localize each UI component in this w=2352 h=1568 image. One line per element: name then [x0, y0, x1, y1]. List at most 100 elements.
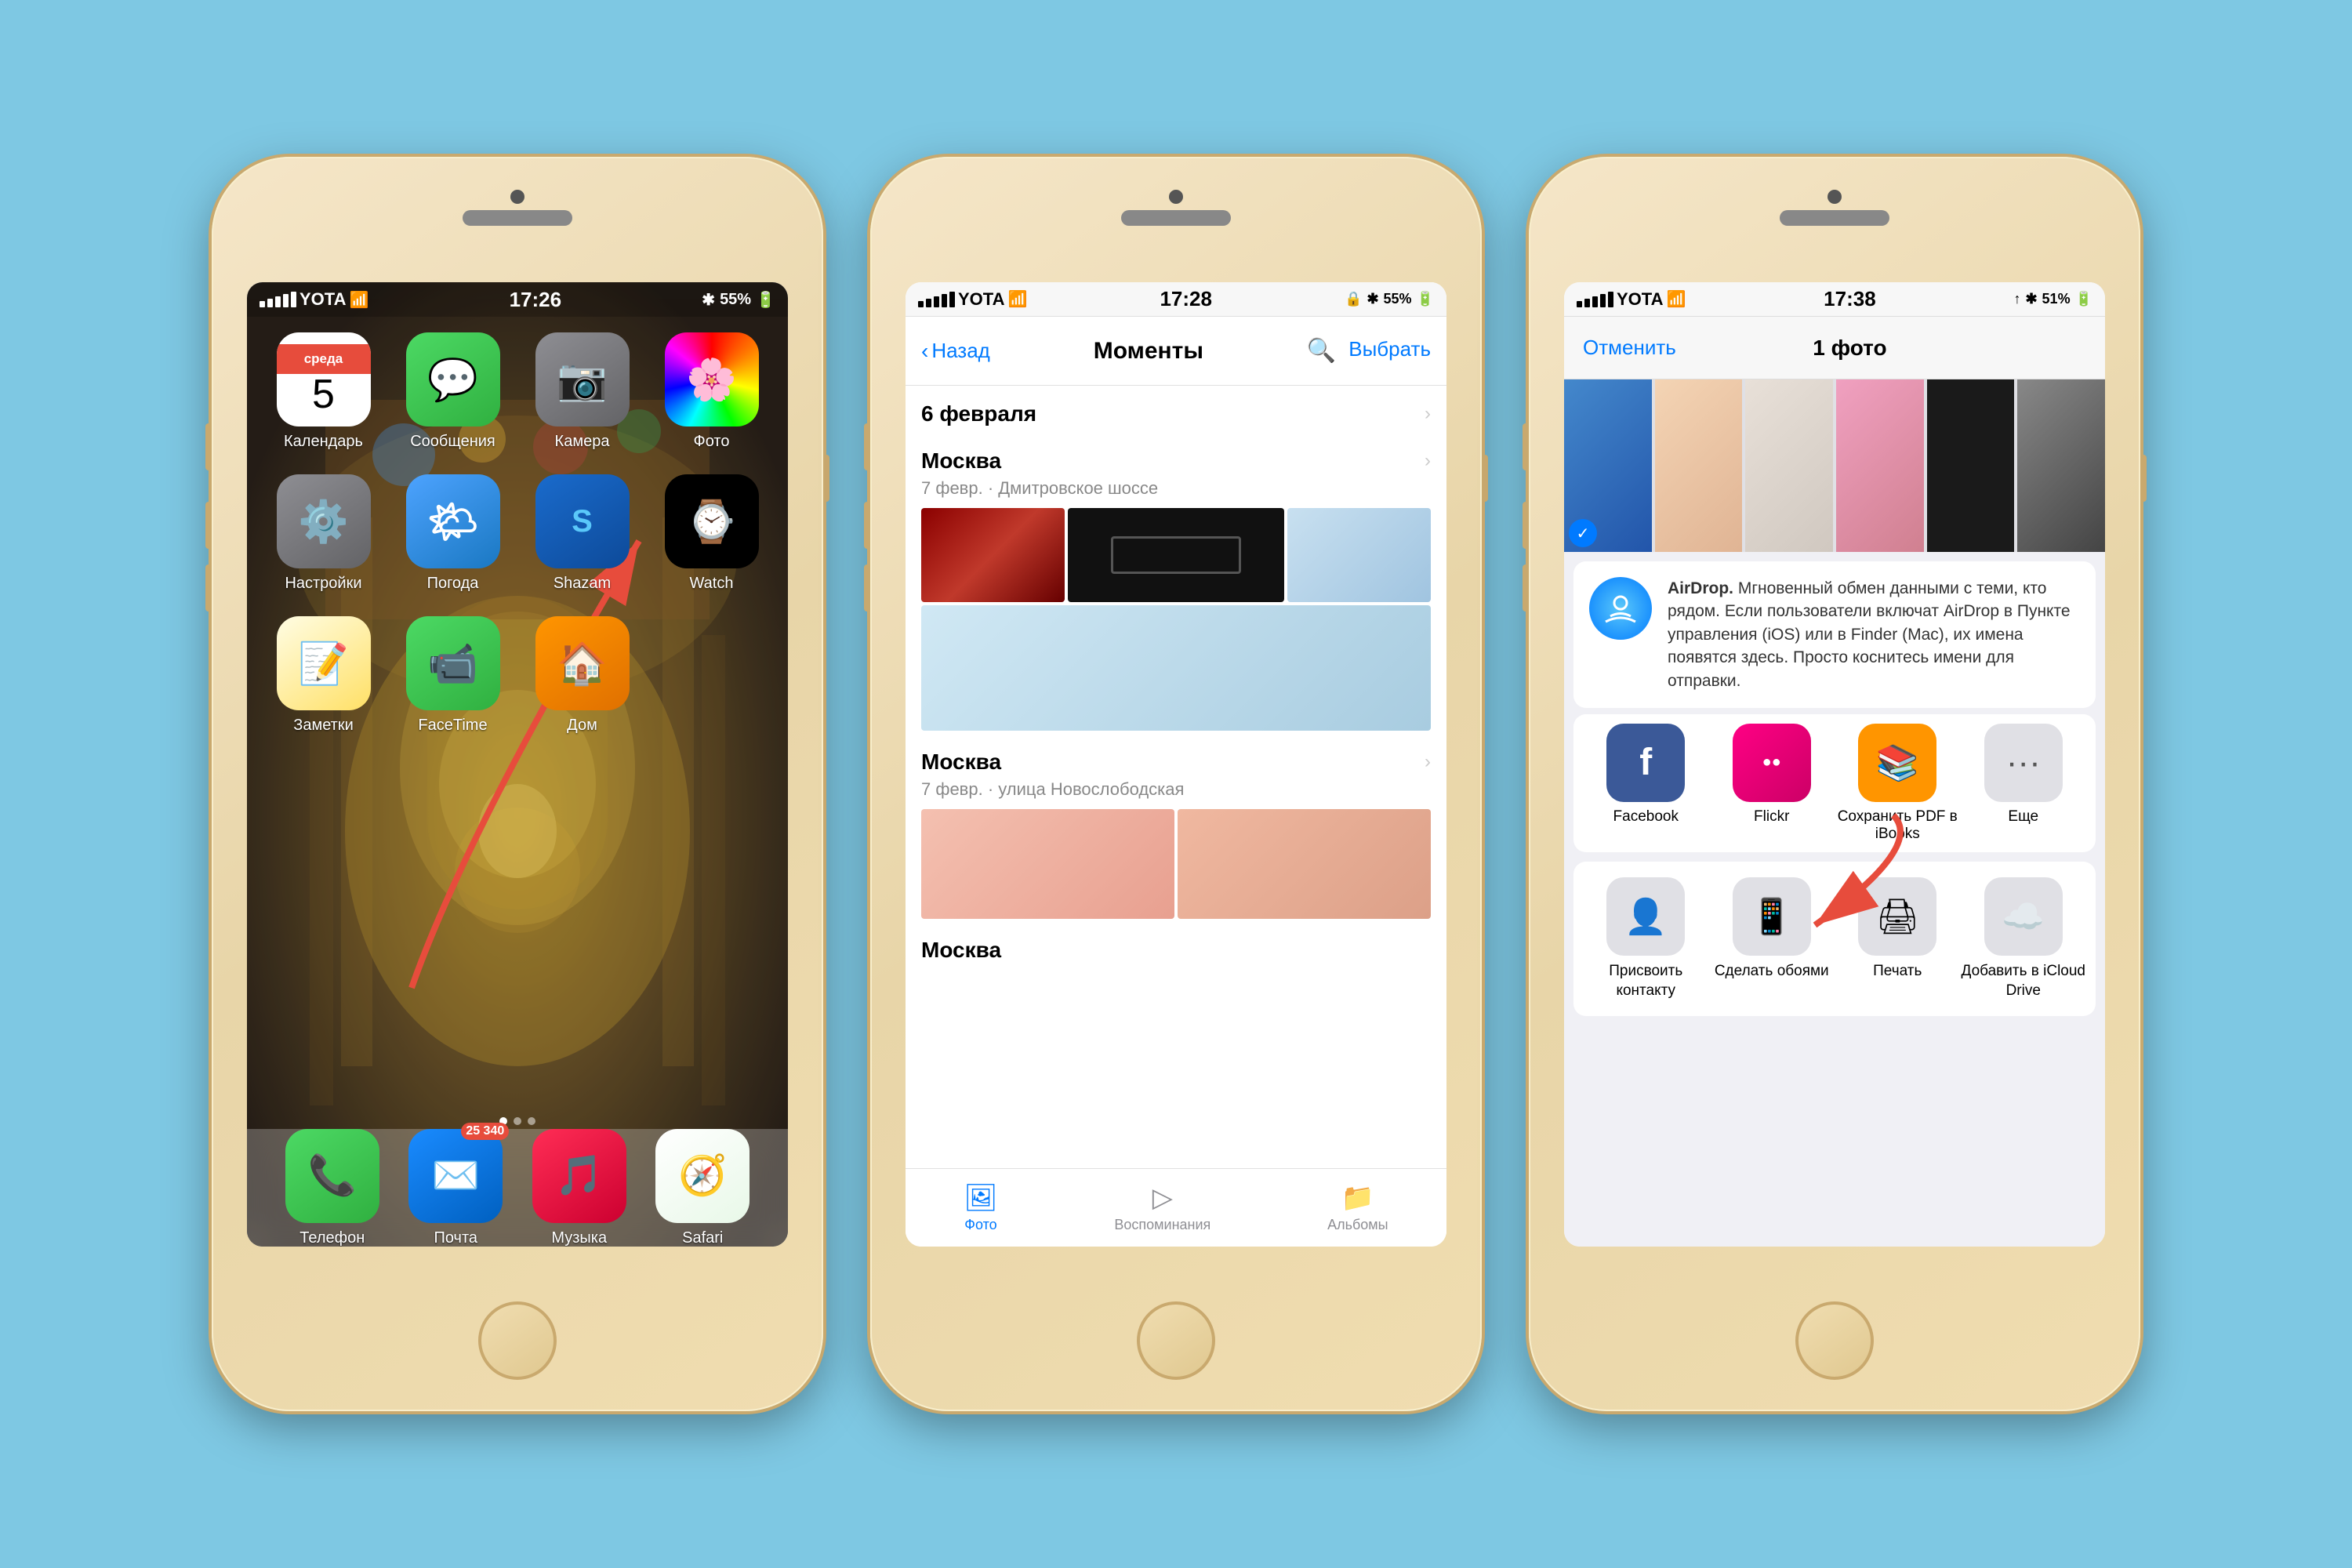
photo-thumb-1[interactable] — [921, 508, 1065, 602]
facetime-icon[interactable]: 📹 — [406, 616, 500, 710]
power-button-2[interactable] — [1482, 455, 1488, 502]
app-grid-1: среда 5 Календарь 💬 Сообщения 📷 Камера 🌸… — [247, 317, 788, 750]
app-camera[interactable]: 📷 Камера — [529, 332, 635, 451]
volume-up-2[interactable] — [864, 502, 870, 549]
status-left-1: YOTA 📶 — [260, 289, 368, 310]
photos-icon[interactable]: 🌸 — [665, 332, 759, 426]
cancel-button-3[interactable]: Отменить — [1583, 336, 1676, 360]
bluetooth-icon-1: ✱ — [702, 290, 715, 310]
location-sub-2: 7 февр. · улица Новослободская — [906, 776, 1446, 809]
power-button-3[interactable] — [2140, 455, 2147, 502]
app-photos[interactable]: 🌸 Фото — [659, 332, 764, 451]
airdrop-title: AirDrop. — [1668, 579, 1733, 597]
messages-icon[interactable]: 💬 — [406, 332, 500, 426]
strip-photo-3[interactable] — [1745, 379, 1833, 552]
action-contact[interactable]: 👤 Присвоить контакту — [1583, 877, 1709, 1000]
photo-thumb-2[interactable] — [1068, 508, 1283, 602]
flickr-icon[interactable]: ●● — [1733, 724, 1811, 802]
mute-button-1[interactable] — [205, 423, 212, 470]
location-info-3: Москва — [921, 938, 1001, 963]
location-info-1: Москва — [921, 448, 1001, 474]
safari-icon[interactable]: 🧭 — [655, 1129, 750, 1223]
share-books[interactable]: 📚 Сохранить PDF в iBooks — [1835, 724, 1961, 843]
dock-safari[interactable]: 🧭 Safari — [655, 1129, 750, 1247]
share-facebook[interactable]: f Facebook — [1583, 724, 1709, 843]
loc-arrow-1: › — [1425, 450, 1431, 472]
strip-photo-5[interactable] — [1927, 379, 2015, 552]
tab-albums[interactable]: 📁 Альбомы — [1327, 1182, 1388, 1233]
weather-icon[interactable]: 🌤 — [406, 474, 500, 568]
carrier-1: YOTA — [299, 289, 346, 310]
mute-button-2[interactable] — [864, 423, 870, 470]
books-icon[interactable]: 📚 — [1858, 724, 1936, 802]
photo-thumb-6[interactable] — [1178, 809, 1431, 919]
settings-icon[interactable]: ⚙️ — [277, 474, 371, 568]
action-wallpaper[interactable]: 📱 Сделать обоями — [1709, 877, 1835, 1000]
share-flickr[interactable]: ●● Flickr — [1709, 724, 1835, 843]
mute-button-3[interactable] — [1523, 423, 1529, 470]
dock-phone[interactable]: 📞 Телефон — [285, 1129, 379, 1247]
app-notes[interactable]: 📝 Заметки — [270, 616, 376, 735]
strip-photo-6[interactable] — [2017, 379, 2105, 552]
music-icon[interactable]: 🎵 — [532, 1129, 626, 1223]
signal-indicator-1 — [260, 292, 296, 307]
camera-icon[interactable]: 📷 — [535, 332, 630, 426]
safari-label: Safari — [682, 1229, 723, 1247]
volume-up-1[interactable] — [205, 502, 212, 549]
app-messages[interactable]: 💬 Сообщения — [400, 332, 506, 451]
mail-icon[interactable]: ✉️ 25 340 — [408, 1129, 503, 1223]
calendar-label: Календарь — [284, 433, 363, 451]
status-left-2: YOTA 📶 — [918, 289, 1027, 310]
search-button-2[interactable]: 🔍 — [1307, 337, 1336, 365]
action-icloud[interactable]: ☁️ Добавить в iCloud Drive — [1961, 877, 2087, 1000]
select-button-2[interactable]: Выбрать — [1348, 337, 1431, 365]
wallpaper-label: Сделать обоями — [1715, 962, 1829, 982]
photo-thumb-3[interactable] — [1287, 508, 1431, 602]
shazam-icon[interactable]: S — [535, 474, 630, 568]
wallpaper-icon[interactable]: 📱 — [1733, 877, 1811, 956]
app-calendar[interactable]: среда 5 Календарь — [270, 332, 376, 451]
phone-icon[interactable]: 📞 — [285, 1129, 379, 1223]
more-icon[interactable]: ··· — [1984, 724, 2063, 802]
app-home[interactable]: 🏠 Дом — [529, 616, 635, 735]
app-shazam[interactable]: S Shazam — [529, 474, 635, 593]
speaker-1 — [463, 210, 572, 226]
home-button-1[interactable] — [478, 1301, 557, 1380]
volume-down-3[interactable] — [1523, 564, 1529, 612]
strip-photo-1[interactable]: ✓ — [1564, 379, 1652, 552]
bt-3: ✱ — [2025, 291, 2037, 307]
share-more[interactable]: ··· Еще — [1961, 724, 2087, 843]
dock-mail[interactable]: ✉️ 25 340 Почта — [408, 1129, 503, 1247]
contact-icon[interactable]: 👤 — [1606, 877, 1685, 956]
app-settings[interactable]: ⚙️ Настройки — [270, 474, 376, 593]
print-icon[interactable]: 🖨 — [1858, 877, 1936, 956]
tab-photos[interactable]: 🖼 Фото — [964, 1182, 997, 1233]
calendar-icon[interactable]: среда 5 — [277, 332, 371, 426]
volume-down-1[interactable] — [205, 564, 212, 612]
back-button-2[interactable]: ‹ Назад — [921, 339, 990, 364]
volume-up-3[interactable] — [1523, 502, 1529, 549]
home-app-icon[interactable]: 🏠 — [535, 616, 630, 710]
photo-thumb-4[interactable] — [921, 605, 1431, 731]
app-facetime[interactable]: 📹 FaceTime — [400, 616, 506, 735]
home-screen: YOTA 📶 17:26 ✱ 55% 🔋 среда 5 — [247, 282, 788, 1247]
facebook-icon[interactable]: f — [1606, 724, 1685, 802]
power-button-1[interactable] — [823, 455, 829, 502]
home-button-3[interactable] — [1795, 1301, 1874, 1380]
app-weather[interactable]: 🌤 Погода — [400, 474, 506, 593]
photo-thumb-5[interactable] — [921, 809, 1174, 919]
watch-icon[interactable]: ⌚ — [665, 474, 759, 568]
action-print[interactable]: 🖨 Печать — [1835, 877, 1961, 1000]
phone-2: YOTA 📶 17:28 🔒 ✱ 55% 🔋 ‹ Назад Моменты — [870, 157, 1482, 1411]
volume-down-2[interactable] — [864, 564, 870, 612]
icloud-icon[interactable]: ☁️ — [1984, 877, 2063, 956]
strip-photo-4[interactable] — [1836, 379, 1924, 552]
home-button-2[interactable] — [1137, 1301, 1215, 1380]
tab-memories[interactable]: ▷ Воспоминания — [1114, 1182, 1210, 1233]
nav-actions-2: 🔍 Выбрать — [1307, 337, 1431, 365]
strip-photo-2[interactable] — [1655, 379, 1743, 552]
battery-icon-1: 🔋 — [756, 290, 775, 310]
notes-icon[interactable]: 📝 — [277, 616, 371, 710]
app-watch[interactable]: ⌚ Watch — [659, 474, 764, 593]
dock-music[interactable]: 🎵 Музыка — [532, 1129, 626, 1247]
